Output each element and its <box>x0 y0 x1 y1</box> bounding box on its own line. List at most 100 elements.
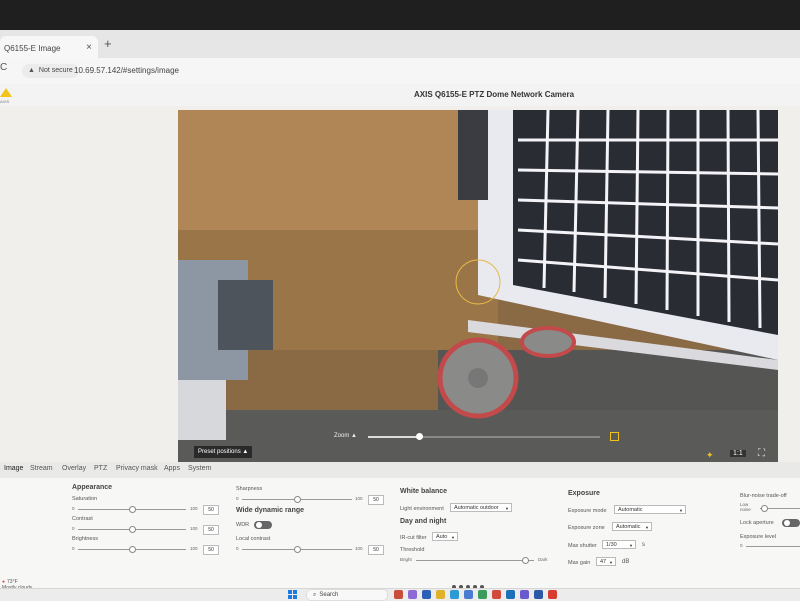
max-shutter-select[interactable]: 1/30 ▼ <box>602 540 636 549</box>
zoom-slider-fill <box>368 436 420 438</box>
logo-text: AXIS <box>0 99 10 104</box>
local-contrast-max: 100 <box>355 546 363 551</box>
saturation-value[interactable]: 50 <box>203 505 219 515</box>
edge-browser-icon[interactable] <box>450 590 459 599</box>
exposure-mode-label: Exposure mode <box>568 508 607 514</box>
threshold-slider[interactable] <box>416 557 534 564</box>
video-toolbar: Zoom ▲ Preset positions ▲ ✦ 1:1 ⛶ <box>190 430 776 462</box>
light-environment-select[interactable]: Automatic outdoor ▼ <box>450 503 512 512</box>
brightness-value[interactable]: 50 <box>203 545 219 555</box>
saturation-slider[interactable] <box>78 506 186 513</box>
preset-positions-button[interactable]: Preset positions ▲ <box>194 446 253 458</box>
tab-apps[interactable]: Apps <box>164 465 180 472</box>
local-contrast-knob[interactable] <box>294 546 301 553</box>
windows-start-icon[interactable] <box>288 590 297 599</box>
taskbar-app-icon[interactable] <box>492 590 501 599</box>
taskbar-app-icon[interactable] <box>548 590 557 599</box>
sharpness-min: 0 <box>236 496 239 501</box>
ir-cut-filter-label: IR-cut filter <box>400 535 427 541</box>
video-frame <box>178 110 778 462</box>
chevron-down-icon: ▼ <box>679 508 683 513</box>
taskbar-app-icon[interactable] <box>520 590 529 599</box>
blur-noise-slider[interactable] <box>760 505 800 512</box>
folder-icon[interactable] <box>436 590 445 599</box>
taskbar-search[interactable]: ⌕ Search <box>306 589 388 601</box>
brightness-min: 0 <box>72 546 75 551</box>
contrast-value[interactable]: 50 <box>203 525 219 535</box>
tab-overlay[interactable]: Overlay <box>62 465 86 472</box>
taskbar-app-icon[interactable] <box>408 590 417 599</box>
exposure-mode-value: Automatic <box>618 507 643 513</box>
brightness-max: 100 <box>190 546 198 551</box>
warning-icon: ▲ <box>28 67 35 74</box>
local-contrast-value[interactable]: 50 <box>368 545 384 555</box>
chevron-down-icon: ▼ <box>451 535 455 540</box>
browser-tab[interactable]: Q6155-E Image × <box>0 36 98 58</box>
settings-panel <box>0 462 800 589</box>
sharpness-slider[interactable] <box>242 496 352 503</box>
camera-title: AXIS Q6155-E PTZ Dome Network Camera <box>414 90 575 99</box>
reload-icon[interactable]: C <box>0 62 7 73</box>
new-tab-icon[interactable]: + <box>104 36 112 51</box>
zoom-label[interactable]: Zoom ▲ <box>334 433 357 439</box>
saturation-knob[interactable] <box>129 506 136 513</box>
taskbar-app-icon[interactable] <box>394 590 403 599</box>
fullscreen-icon[interactable]: ⛶ <box>758 448 765 459</box>
taskbar-app-icon[interactable] <box>422 590 431 599</box>
threshold-knob[interactable] <box>521 557 529 564</box>
axis-logo-icon[interactable] <box>0 88 12 97</box>
sharpness-value[interactable]: 50 <box>368 495 384 505</box>
aspect-ratio-button[interactable]: 1:1 <box>730 450 746 457</box>
not-secure-badge[interactable]: ▲ Not secure <box>22 64 79 78</box>
taskbar-app-icon[interactable] <box>464 590 473 599</box>
zoom-slider[interactable] <box>368 433 600 440</box>
zoom-area-icon[interactable] <box>610 432 619 441</box>
exposure-level-slider[interactable] <box>746 546 800 547</box>
url-text[interactable]: 10.69.57.142/#settings/image <box>74 66 179 75</box>
scene-profile-icon[interactable]: ✦ <box>706 450 714 461</box>
light-environment-value: Automatic outdoor <box>454 505 499 511</box>
tab-ptz[interactable]: PTZ <box>94 465 107 472</box>
brightness-knob[interactable] <box>129 546 136 553</box>
chevron-down-icon: ▼ <box>609 560 613 565</box>
max-gain-value: 47 <box>600 559 607 565</box>
wdr-toggle[interactable] <box>254 521 272 529</box>
ir-cut-filter-select[interactable]: Auto ▼ <box>432 532 458 541</box>
blur-noise-knob[interactable] <box>761 505 768 512</box>
white-balance-heading: White balance <box>400 488 448 495</box>
max-gain-select[interactable]: 47 ▼ <box>596 557 616 566</box>
live-video-view[interactable] <box>178 110 778 462</box>
exposure-zone-value: Automatic <box>616 524 641 530</box>
saturation-max: 100 <box>190 506 198 511</box>
zoom-slider-knob[interactable] <box>416 433 424 440</box>
exposure-heading: Exposure <box>568 490 600 497</box>
app-header <box>0 84 800 106</box>
contrast-knob[interactable] <box>129 526 136 533</box>
tab-system[interactable]: System <box>188 465 211 472</box>
exposure-mode-select[interactable]: Automatic ▼ <box>614 505 686 514</box>
max-gain-unit: dB <box>622 559 630 565</box>
day-night-heading: Day and night <box>400 518 447 525</box>
local-contrast-label: Local contrast <box>236 536 271 542</box>
brightness-slider[interactable] <box>78 546 186 553</box>
taskbar-app-icon[interactable] <box>534 590 543 599</box>
contrast-max: 100 <box>190 526 198 531</box>
lock-aperture-toggle[interactable] <box>782 519 800 527</box>
tab-image[interactable]: Image <box>4 465 23 472</box>
wdr-heading: Wide dynamic range <box>236 507 305 514</box>
contrast-slider[interactable] <box>78 526 186 533</box>
exposure-zone-select[interactable]: Automatic ▼ <box>612 522 652 531</box>
threshold-label: Threshold <box>400 547 425 553</box>
max-gain-label: Max gain <box>568 560 591 566</box>
taskbar-app-icon[interactable] <box>506 590 515 599</box>
sharpness-knob[interactable] <box>294 496 301 503</box>
local-contrast-slider[interactable] <box>242 546 352 553</box>
taskbar-app-icon[interactable] <box>478 590 487 599</box>
blur-noise-label: Blur-noise trade-off <box>740 493 787 499</box>
exposure-level-label: Exposure level <box>740 534 777 540</box>
max-shutter-value: 1/30 <box>606 542 617 548</box>
search-placeholder: Search <box>319 592 339 598</box>
close-tab-icon[interactable]: × <box>86 42 92 53</box>
tab-stream[interactable]: Stream <box>30 465 53 472</box>
tab-privacy-mask[interactable]: Privacy mask <box>116 465 158 472</box>
